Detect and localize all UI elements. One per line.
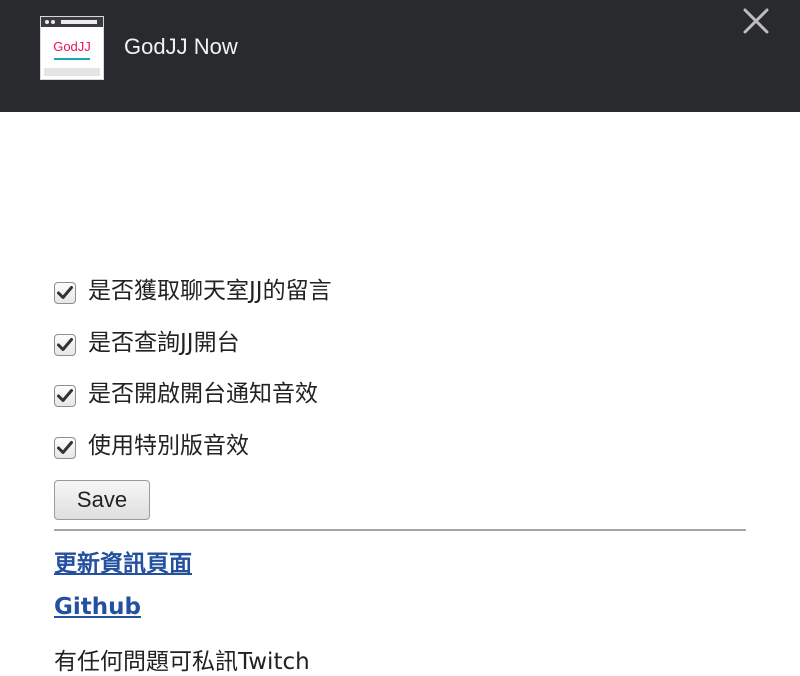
checkmark-icon: [57, 388, 73, 402]
checkmark-icon: [57, 337, 73, 351]
option-label: 是否開啟開台通知音效: [88, 381, 318, 407]
close-icon: [743, 8, 769, 34]
save-button[interactable]: Save: [54, 480, 150, 520]
divider: [54, 529, 746, 531]
logo-footer: [44, 68, 100, 76]
checkmark-icon: [57, 285, 73, 299]
option-label: 使用特別版音效: [88, 433, 249, 459]
header-bar: GodJJ GodJJ Now: [0, 0, 800, 112]
option-special-sound[interactable]: 使用特別版音效: [54, 431, 249, 461]
option-checkbox[interactable]: [54, 333, 76, 356]
option-label: 是否獲取聊天室JJ的留言: [88, 278, 332, 304]
option-checkbox[interactable]: [54, 281, 76, 304]
update-info-link[interactable]: 更新資訊頁面: [54, 544, 192, 578]
github-link[interactable]: Github: [54, 594, 141, 620]
option-check-jj-live[interactable]: 是否查詢JJ開台: [54, 328, 240, 358]
logo-underline: [54, 58, 90, 60]
option-checkbox[interactable]: [54, 384, 76, 407]
logo-text: GodJJ: [53, 39, 91, 54]
option-live-notification-sound[interactable]: 是否開啟開台通知音效: [54, 379, 318, 409]
logo-browser-strip: [41, 17, 103, 27]
option-fetch-chat-jj-messages[interactable]: 是否獲取聊天室JJ的留言: [54, 276, 332, 306]
close-button[interactable]: [741, 6, 771, 36]
option-label: 是否查詢JJ開台: [88, 330, 240, 356]
app-logo: GodJJ: [40, 16, 104, 80]
app-title: GodJJ Now: [124, 34, 238, 59]
contact-note: 有任何問題可私訊Twitch: [54, 649, 310, 675]
option-checkbox[interactable]: [54, 436, 76, 459]
checkmark-icon: [57, 440, 73, 454]
